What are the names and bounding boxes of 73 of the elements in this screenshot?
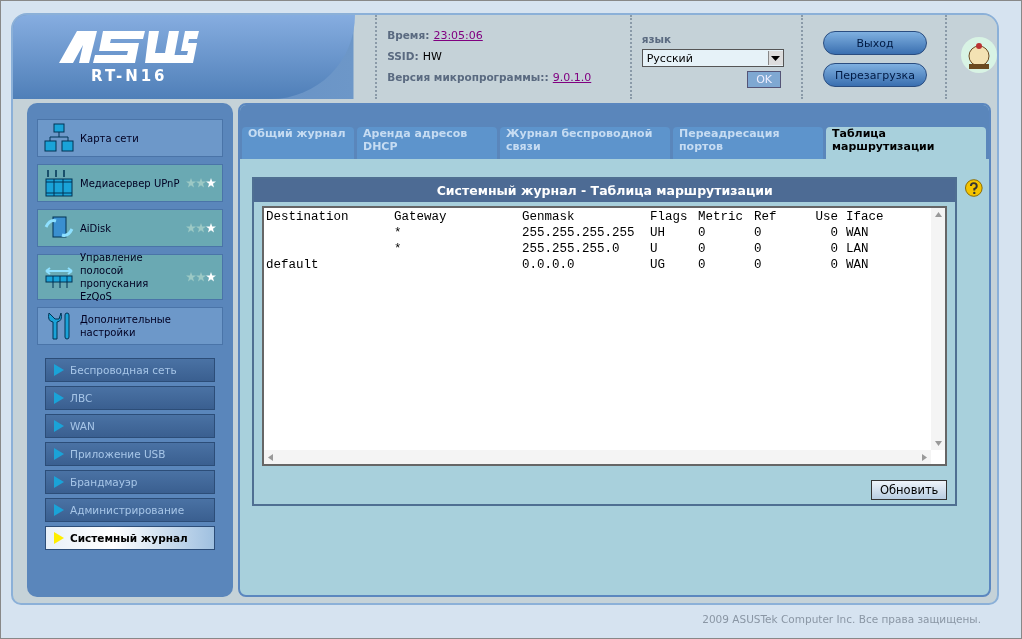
- table-cell: 0: [698, 258, 706, 272]
- column-header: Gateway: [394, 210, 448, 226]
- reboot-button[interactable]: Перезагрузка: [823, 63, 927, 87]
- mascot-icon: [961, 37, 997, 73]
- table-cell: 255.255.255.255: [522, 226, 635, 240]
- menu-item[interactable]: Дополнительные настройки: [37, 307, 223, 345]
- triangle-icon: [54, 392, 64, 404]
- table-cell: UG: [650, 258, 665, 272]
- ssid-value: HW: [422, 50, 442, 63]
- table-cell: 0: [754, 258, 762, 272]
- scroll-down-icon[interactable]: [934, 441, 942, 446]
- triangle-icon: [54, 476, 64, 488]
- submenu-item[interactable]: ЛВС: [45, 386, 215, 410]
- table-cell: *: [394, 242, 402, 256]
- firmware-link[interactable]: 9.0.1.0: [552, 71, 592, 84]
- column-header: Use: [814, 210, 838, 226]
- table-cell: 0: [830, 242, 838, 256]
- submenu-item[interactable]: Администрирование: [45, 498, 215, 522]
- tab[interactable]: Таблица маршрутизации: [826, 127, 986, 159]
- vertical-scrollbar[interactable]: [931, 208, 946, 450]
- model-name: RT-N16: [91, 67, 168, 85]
- column-header: Ref: [754, 210, 778, 226]
- table-cell: default: [266, 258, 319, 272]
- triangle-icon: [54, 420, 64, 432]
- table-cell: 0: [830, 258, 838, 272]
- table-cell: 0: [830, 226, 838, 240]
- film-icon: [44, 168, 74, 198]
- network-icon: [44, 123, 74, 153]
- table-cell: 255.255.255.0: [522, 242, 620, 256]
- menu-item[interactable]: Управление полосой пропускания EzQoS: [37, 254, 223, 300]
- scroll-left-icon[interactable]: [268, 453, 273, 461]
- column-header: Destination: [266, 210, 350, 226]
- triangle-icon: [54, 504, 64, 516]
- table-cell: 0: [698, 226, 706, 240]
- submenu-item[interactable]: Приложение USB: [45, 442, 215, 466]
- firmware-label: Версия микропрограммы::: [387, 71, 549, 84]
- copyright-text: 2009 ASUSTek Computer Inc. Все права защищены.: [702, 613, 981, 625]
- table-cell: LAN: [846, 242, 869, 256]
- refresh-button[interactable]: Обновить: [870, 480, 948, 500]
- table-cell: *: [394, 226, 402, 240]
- column-header: Flags: [650, 210, 689, 226]
- horizontal-scrollbar[interactable]: [264, 450, 932, 464]
- column-header: Genmask: [522, 210, 576, 226]
- column-header: Metric: [698, 210, 744, 226]
- time-link[interactable]: 23:05:06: [433, 29, 483, 42]
- submenu-item[interactable]: Брандмауэр: [45, 470, 215, 494]
- time-label: Время:: [387, 29, 430, 42]
- table-cell: 0.0.0.0: [522, 258, 575, 272]
- submenu-item[interactable]: WAN: [45, 414, 215, 438]
- table-cell: 0: [754, 226, 762, 240]
- menu-item[interactable]: Карта сети: [37, 119, 223, 157]
- table-cell: UH: [650, 226, 665, 240]
- language-select[interactable]: Русский: [641, 49, 784, 67]
- scroll-right-icon[interactable]: [922, 453, 928, 461]
- triangle-icon: [54, 448, 64, 460]
- submenu-item[interactable]: Системный журнал: [45, 526, 215, 550]
- logout-button[interactable]: Выход: [823, 31, 927, 55]
- caret-icon: [771, 55, 781, 61]
- menu-item[interactable]: AiDisk: [37, 209, 223, 247]
- table-cell: 0: [754, 242, 762, 256]
- scroll-up-icon[interactable]: [934, 212, 942, 217]
- language-label: язык: [641, 33, 673, 45]
- triangle-icon: [54, 532, 64, 544]
- menu-item[interactable]: Медиасервер UPnP: [37, 164, 223, 202]
- submenu-item[interactable]: Беспроводная сеть: [45, 358, 215, 382]
- table-cell: WAN: [846, 226, 869, 240]
- table-cell: WAN: [846, 258, 869, 272]
- help-icon[interactable]: [965, 179, 983, 197]
- ssid-label: SSID:: [387, 50, 419, 63]
- table-cell: 0: [698, 242, 706, 256]
- column-header: Iface: [846, 210, 885, 226]
- triangle-icon: [54, 364, 64, 376]
- table-cell: U: [650, 242, 658, 256]
